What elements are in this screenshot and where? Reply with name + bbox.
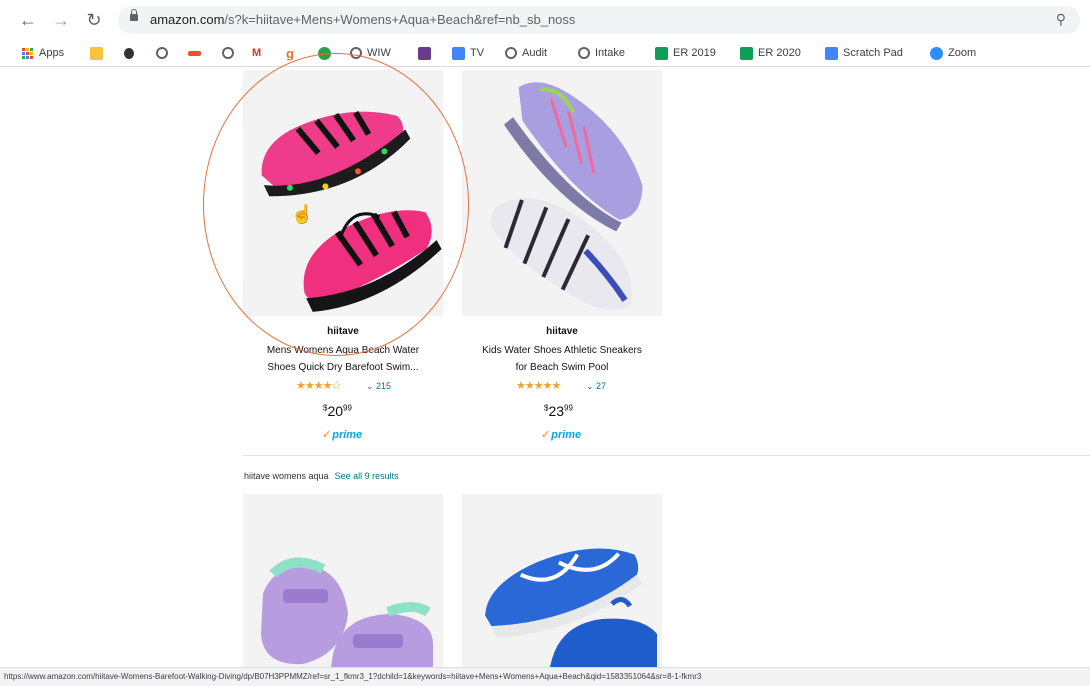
product-image-2[interactable] — [462, 70, 662, 316]
product-title-1[interactable]: Mens Womens Aqua Beach Water Shoes Quick … — [233, 342, 453, 376]
rating-count-2[interactable]: ⌄ 27 — [586, 381, 606, 392]
globe-icon[interactable] — [156, 44, 173, 62]
leaf-icon[interactable] — [318, 44, 336, 62]
bookmark-zoom[interactable]: Zoom — [930, 44, 976, 62]
url-text: amazon.com/s?k=hiitave+Mens+Womens+Aqua+… — [150, 12, 576, 27]
product-brand-2: hiitave — [546, 326, 578, 337]
section-divider — [243, 455, 1090, 456]
related-section-title: hiitave womens aqua See all 9 results — [244, 471, 399, 481]
forward-icon[interactable]: → — [51, 10, 71, 30]
globe-icon[interactable] — [222, 44, 239, 62]
purple-sneakers-image — [489, 82, 643, 310]
gmail-icon[interactable]: M — [252, 44, 261, 62]
bookmark-er2020[interactable]: ER 2020 — [740, 44, 801, 62]
see-all-link[interactable]: See all 9 results — [335, 471, 399, 481]
pink-water-shoes-image: ☝ — [261, 110, 442, 312]
bookmark-wiw[interactable]: WIW — [350, 44, 391, 62]
prime-badge-1: ✓prime — [322, 429, 363, 441]
bookmark-apps[interactable]: Apps — [22, 44, 64, 62]
price-1: $2099 — [323, 403, 352, 419]
browser-toolbar: ← → ↻ amazon.com/s?k=hiitave+Mens+Womens… — [0, 0, 1090, 40]
product-title-2[interactable]: Kids Water Shoes Athletic Sneakers for Be… — [452, 342, 672, 376]
apple-icon[interactable] — [124, 44, 139, 62]
purple-square-icon[interactable] — [418, 44, 436, 62]
status-bar-url: https://www.amazon.com/hiitave-Womens-Ba… — [0, 667, 1090, 686]
product-brand-1: hiitave — [327, 326, 359, 337]
star-rating-2[interactable]: ★★★★★ — [516, 379, 561, 392]
back-icon[interactable]: ← — [18, 10, 38, 30]
product-image-3[interactable] — [243, 494, 443, 667]
orange-bar-icon[interactable] — [188, 44, 206, 62]
lock-icon — [130, 9, 138, 21]
bookmark-tv[interactable]: TV — [452, 44, 484, 62]
bookmark-scratch-pad[interactable]: Scratch Pad — [825, 44, 903, 62]
reload-icon[interactable]: ↻ — [84, 10, 104, 30]
bookmark-audit[interactable]: Audit — [505, 44, 547, 62]
svg-text:☝: ☝ — [291, 203, 313, 225]
g-icon[interactable]: g — [286, 44, 294, 62]
lavender-kids-shoes-image — [261, 557, 433, 667]
star-rating-1[interactable]: ★★★★☆ — [296, 379, 341, 392]
folder-icon[interactable] — [90, 44, 108, 62]
price-2: $2399 — [544, 403, 573, 419]
blue-water-shoes-image — [485, 548, 657, 667]
product-image-1[interactable]: ☝ — [243, 70, 443, 316]
bookmark-er2019[interactable]: ER 2019 — [655, 44, 716, 62]
zoom-icon[interactable]: ⚲ — [1056, 11, 1066, 28]
bookmarks-bar: Apps M g WIW TV Audit Intake ER 2019 ER … — [0, 40, 1090, 67]
bookmark-intake[interactable]: Intake — [578, 44, 625, 62]
apps-grid-icon — [22, 47, 33, 59]
product-image-4[interactable] — [462, 494, 662, 667]
address-bar[interactable]: amazon.com/s?k=hiitave+Mens+Womens+Aqua+… — [118, 6, 1080, 34]
prime-badge-2: ✓prime — [541, 429, 582, 441]
rating-count-1[interactable]: ⌄ 215 — [366, 381, 391, 392]
